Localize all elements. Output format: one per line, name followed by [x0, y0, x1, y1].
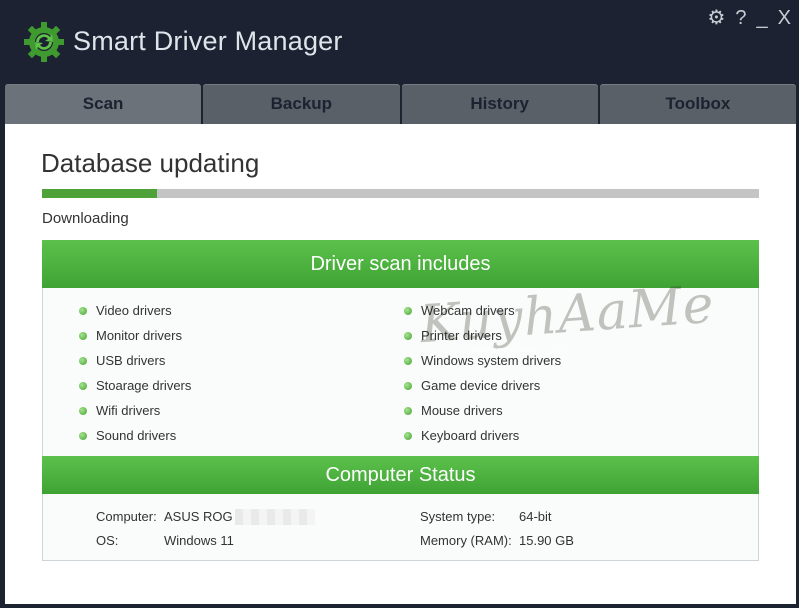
scan-includes-box: Video drivers Monitor drivers USB driver… [42, 288, 759, 457]
gear-logo-icon [24, 22, 64, 62]
memory-value: 15.90 GB [519, 533, 574, 548]
bullet-icon [79, 356, 87, 365]
computer-status-title: Computer Status [42, 456, 759, 494]
computer-value: ASUS ROG [164, 509, 233, 524]
list-item: Monitor drivers [79, 323, 191, 348]
os-row: OS: Windows 11 [96, 533, 234, 548]
bullet-icon [79, 431, 87, 440]
bullet-icon [404, 356, 412, 365]
main-panel: Database updating Downloading Driver sca… [5, 124, 796, 604]
computer-row: Computer: ASUS ROG [96, 509, 315, 525]
redacted-block [234, 509, 315, 525]
app-title: Smart Driver Manager [73, 26, 343, 56]
computer-status-box: Computer: ASUS ROG OS: Windows 11 System… [42, 494, 759, 561]
progress-fill [42, 189, 157, 198]
list-item: Windows system drivers [404, 348, 561, 373]
minimize-button[interactable]: _ [757, 6, 768, 30]
title-bar: Smart Driver Manager ⚙ ? _ X [0, 0, 799, 84]
memory-row: Memory (RAM): 15.90 GB [420, 533, 574, 548]
tab-backup[interactable]: Backup [203, 84, 400, 124]
driver-list-right: Webcam drivers Printer drivers Windows s… [404, 298, 561, 448]
window-controls: ⚙ ? _ X [707, 6, 791, 30]
status-text: Downloading [42, 210, 129, 227]
list-item: Video drivers [79, 298, 191, 323]
os-label: OS: [96, 533, 119, 548]
settings-gear-icon[interactable]: ⚙ [707, 6, 725, 30]
tab-bar: Scan Backup History Toolbox [5, 84, 796, 124]
bullet-icon [79, 306, 87, 315]
page-title: Database updating [41, 148, 260, 178]
tab-history[interactable]: History [401, 84, 598, 124]
list-item: Mouse drivers [404, 398, 561, 423]
scan-includes-title: Driver scan includes [42, 240, 759, 288]
system-type-row: System type: 64-bit [420, 509, 552, 524]
list-item: Game device drivers [404, 373, 561, 398]
list-item: Wifi drivers [79, 398, 191, 423]
list-item: Keyboard drivers [404, 423, 561, 448]
system-type-label: System type: [420, 509, 496, 524]
bullet-icon [79, 406, 87, 415]
driver-list-left: Video drivers Monitor drivers USB driver… [79, 298, 191, 448]
list-item: Sound drivers [79, 423, 191, 448]
progress-bar [42, 189, 759, 198]
computer-label: Computer: [96, 509, 157, 524]
list-item: USB drivers [79, 348, 191, 373]
bullet-icon [404, 431, 412, 440]
bullet-icon [79, 331, 87, 340]
memory-label: Memory (RAM): [420, 533, 512, 548]
bullet-icon [79, 381, 87, 390]
bullet-icon [404, 331, 412, 340]
scan-includes-header: Driver scan includes [42, 240, 759, 288]
os-value: Windows 11 [164, 533, 234, 548]
tab-toolbox[interactable]: Toolbox [599, 84, 796, 124]
list-item: Printer drivers [404, 323, 561, 348]
close-button[interactable]: X [778, 6, 791, 30]
bullet-icon [404, 406, 412, 415]
computer-status-header: Computer Status [42, 456, 759, 494]
bullet-icon [404, 381, 412, 390]
list-item: Webcam drivers [404, 298, 561, 323]
help-icon[interactable]: ? [735, 6, 746, 30]
system-type-value: 64-bit [519, 509, 552, 524]
list-item: Stoarage drivers [79, 373, 191, 398]
bullet-icon [404, 306, 412, 315]
tab-scan[interactable]: Scan [5, 84, 202, 124]
